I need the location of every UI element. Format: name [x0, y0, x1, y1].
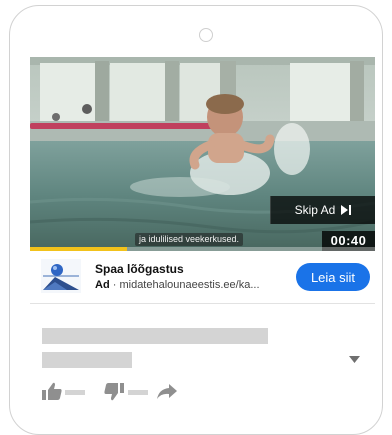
skip-ad-label: Skip Ad: [294, 203, 336, 217]
video-caption: ja idulilised veekerkused.: [135, 233, 244, 246]
thumbs-down-icon[interactable]: [104, 383, 124, 406]
dislike-count-placeholder: [128, 390, 148, 395]
ad-title: Spaa lõõgastus: [95, 262, 184, 276]
ad-subtitle: Ad · midatehalounaeestis.ee/ka...: [95, 279, 260, 291]
title-placeholder-line-1: [42, 328, 268, 344]
ad-url[interactable]: midatehalounaeestis.ee/ka...: [119, 279, 259, 291]
chevron-down-icon[interactable]: [349, 350, 360, 368]
phone-screen: ja idulilised veekerkused. Skip Ad 00:40…: [30, 57, 375, 418]
ad-info-row[interactable]: Spaa lõõgastus Ad · midatehalounaeestis.…: [30, 251, 375, 303]
skip-ad-button[interactable]: Skip Ad: [270, 196, 375, 224]
like-count-placeholder: [65, 390, 85, 395]
advertiser-logo-icon: [41, 259, 81, 293]
video-player[interactable]: ja idulilised veekerkused. Skip Ad 00:40: [30, 57, 375, 251]
thumbs-up-icon[interactable]: [42, 382, 62, 405]
skip-next-icon: [341, 205, 352, 215]
cta-button[interactable]: Leia siit: [296, 263, 370, 291]
ad-separator: ·: [112, 279, 117, 291]
camera-icon: [199, 28, 213, 42]
share-arrow-icon[interactable]: [157, 384, 177, 404]
divider: [30, 303, 375, 304]
title-placeholder-line-2: [42, 352, 132, 368]
ad-badge: Ad: [95, 279, 110, 291]
